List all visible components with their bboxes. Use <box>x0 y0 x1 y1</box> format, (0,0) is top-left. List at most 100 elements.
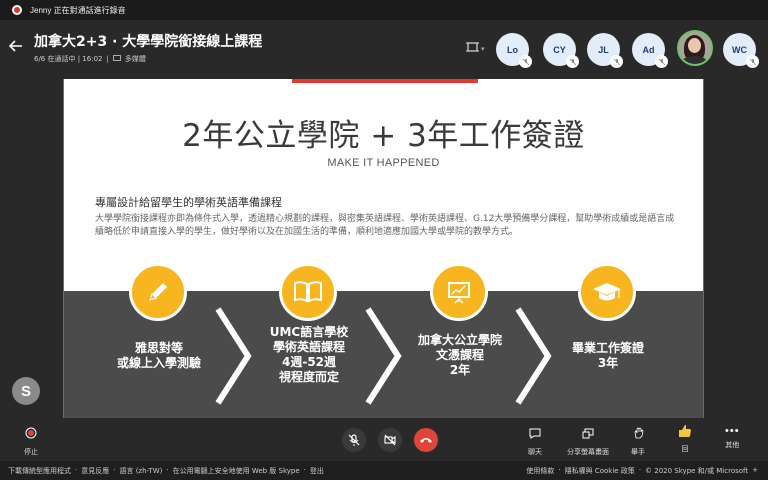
page-footer: 下載傳統型應用程式 · 意見反應 · 語言 (zh-TW) · 在公用電腦上安全… <box>0 461 768 480</box>
slide-subtitle: MAKE IT HAPPENED <box>327 157 440 169</box>
participant-avatar[interactable]: JL <box>587 33 623 68</box>
footer-right-links: 使用條款 · 隱私權與 Cookie 政策 · © 2020 Skype 和/或… <box>526 466 758 476</box>
self-avatar-letter: S <box>20 382 31 400</box>
pencil-icon <box>129 263 187 321</box>
thumbs-up-icon <box>678 424 692 441</box>
footer-link-language[interactable]: 語言 (zh-TW) <box>119 466 162 476</box>
more-options-button[interactable]: ••• 其他 <box>725 426 740 450</box>
chat-icon <box>529 426 541 444</box>
phone-hangup-icon <box>414 428 438 452</box>
back-arrow-icon[interactable] <box>8 39 25 55</box>
footer-separator: · <box>303 465 306 474</box>
participant-initials: Lo <box>507 44 518 55</box>
layout-switch-icon[interactable] <box>466 41 479 56</box>
call-controls: 停止 聊天 分享螢幕畫面 舉手 回 ••• 其他 <box>0 420 768 461</box>
call-header: 加拿大2+3 · 大學學院銜接線上課程 6/6 在通話中 | 16:02 | 多… <box>0 20 768 76</box>
more-label: 其他 <box>725 441 740 449</box>
footer-link-secure-web[interactable]: 在公用電腦上安全地使用 Web 版 Skype <box>173 466 300 476</box>
share-screen-button[interactable]: 分享螢幕畫面 <box>567 426 609 457</box>
share-screen-icon <box>582 426 594 444</box>
video-button[interactable] <box>378 428 402 452</box>
separator: | <box>106 55 109 63</box>
stop-label: 停止 <box>24 448 38 456</box>
mic-off-icon <box>655 55 668 68</box>
chat-button[interactable]: 聊天 <box>528 426 542 457</box>
footer-link-download[interactable]: 下載傳統型應用程式 <box>8 466 71 476</box>
chat-bubble-icon <box>112 54 121 64</box>
participant-photo-avatar[interactable] <box>677 30 713 66</box>
step-3-text: 加拿大公立學院 文憑課程 2年 <box>395 333 525 378</box>
step-3-line-3: 2年 <box>449 363 471 377</box>
mic-off-icon <box>746 55 759 68</box>
step-1-line-1: 雅思對等 <box>134 341 183 355</box>
hang-up-button[interactable] <box>414 428 438 452</box>
participant-initials: WC <box>732 44 747 55</box>
media-gallery-link[interactable]: 多媒體 <box>125 54 146 64</box>
share-screen-label: 分享螢幕畫面 <box>567 448 609 456</box>
record-icon <box>12 5 22 15</box>
raise-hand-button[interactable]: 舉手 <box>631 426 645 457</box>
participant-avatar[interactable]: WC <box>723 33 759 68</box>
footer-separator: · <box>638 465 642 474</box>
slide-heading: 專屬設計給留學生的學術英語準備課程 <box>95 196 282 209</box>
mic-off-icon <box>342 428 366 452</box>
avatar-face <box>688 38 701 53</box>
avatar-body <box>682 56 707 64</box>
footer-left-links: 下載傳統型應用程式 · 意見反應 · 語言 (zh-TW) · 在公用電腦上安全… <box>8 466 324 476</box>
footer-separator: · <box>113 465 116 474</box>
participant-avatar[interactable]: Lo <box>496 33 532 68</box>
participant-avatar[interactable]: CY <box>543 33 579 68</box>
footer-link-privacy[interactable]: 隱私權與 Cookie 政策 <box>565 466 635 476</box>
footer-separator: · <box>166 465 169 474</box>
book-icon <box>279 263 337 321</box>
graduation-cap-icon <box>578 263 636 321</box>
step-2-line-4: 視程度而定 <box>278 370 339 384</box>
stop-recording-button[interactable]: 停止 <box>24 426 38 457</box>
chat-label: 聊天 <box>528 448 542 456</box>
react-label: 回 <box>681 445 689 453</box>
footer-link-terms[interactable]: 使用條款 <box>526 466 554 476</box>
footer-separator: · <box>75 465 78 474</box>
participant-avatar[interactable]: Ad <box>632 33 668 68</box>
react-button[interactable]: 回 <box>678 424 692 454</box>
footer-link-feedback[interactable]: 意見反應 <box>81 466 109 476</box>
footer-copyright: © 2020 Skype 和/或 Microsoft <box>645 466 749 475</box>
slide-title: 2年公立學院 + 3年工作簽證 <box>182 118 585 154</box>
call-title: 加拿大2+3 · 大學學院銜接線上課程 <box>34 34 263 50</box>
step-3-line-1: 加拿大公立學院 <box>417 333 502 347</box>
step-2-text: UMC語言學校 學術英語課程 4週-52週 視程度而定 <box>244 325 374 385</box>
step-2-line-2: 學術英語課程 <box>272 340 345 354</box>
participant-initials: CY <box>553 44 566 55</box>
footer-more-icon[interactable]: + <box>752 466 758 476</box>
participant-initials: Ad <box>642 44 655 55</box>
self-avatar[interactable]: S <box>12 377 40 405</box>
raise-hand-icon <box>633 426 644 444</box>
step-1-line-2: 或線上入學測驗 <box>116 356 201 370</box>
mic-off-icon <box>610 55 623 68</box>
video-off-icon <box>378 428 402 452</box>
step-2-line-1: UMC語言學校 <box>269 325 349 339</box>
mic-off-icon <box>566 55 579 68</box>
step-2-line-3: 4週-52週 <box>281 355 337 369</box>
step-4-line-2: 3年 <box>597 356 619 370</box>
call-subtitle: 6/6 在通話中 | 16:02 | 多媒體 <box>34 54 146 64</box>
slide-accent-bar <box>292 79 478 83</box>
footer-separator: · <box>558 465 561 474</box>
step-4-text: 畢業工作簽證 3年 <box>543 341 673 371</box>
recording-bar: Jenny 正在對通話進行錄音 <box>0 0 768 20</box>
participant-initials: JL <box>598 44 609 55</box>
step-3-line-2: 文憑課程 <box>435 348 484 362</box>
chevron-down-icon[interactable]: ▾ <box>481 45 485 53</box>
footer-link-signout[interactable]: 登出 <box>310 466 324 476</box>
slide-paragraph: 大學學院銜接課程亦即為條件式入學，透過精心規劃的課程，與密集英語課程、學術英語課… <box>95 214 675 237</box>
shared-screen-slide: 2年公立學院 + 3年工作簽證 MAKE IT HAPPENED 專屬設計給留學… <box>63 79 704 418</box>
raise-hand-label: 舉手 <box>631 448 645 456</box>
step-4-line-1: 畢業工作簽證 <box>571 341 644 355</box>
more-options-icon: ••• <box>725 425 740 437</box>
mic-off-icon <box>519 55 532 68</box>
mute-button[interactable] <box>342 428 366 452</box>
recording-text: Jenny 正在對通話進行錄音 <box>30 5 126 15</box>
call-date-duration: 6/6 在通話中 | 16:02 <box>34 55 103 63</box>
step-1-text: 雅思對等 或線上入學測驗 <box>94 341 224 371</box>
record-stop-icon <box>25 426 37 444</box>
